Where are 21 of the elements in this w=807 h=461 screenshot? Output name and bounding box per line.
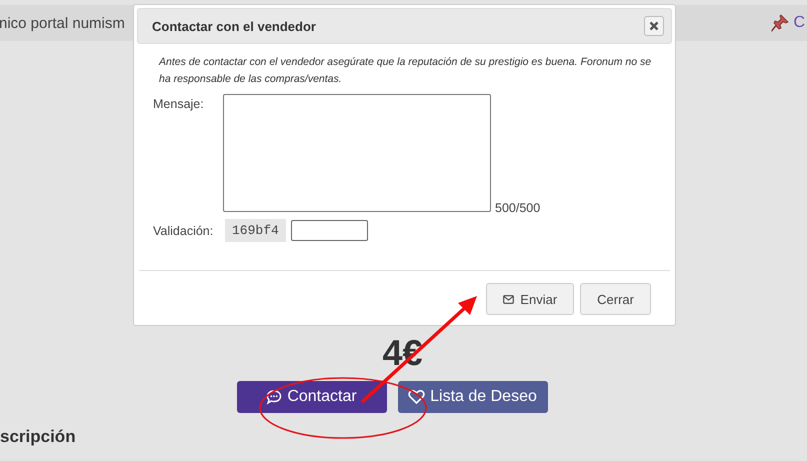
message-field[interactable] <box>223 94 491 212</box>
send-button[interactable]: Enviar <box>486 283 574 315</box>
captcha-code: 169bf4 <box>225 219 286 242</box>
dialog-title: Contactar con el vendedor <box>152 18 316 34</box>
header-text: nico portal numism <box>0 14 125 32</box>
envelope-icon <box>503 294 514 304</box>
close-button[interactable] <box>644 16 664 36</box>
notice-text: Antes de contactar con el vendedor asegúrate que la reputación de su prestigio es buena. Foronum no se ha responsable de las compras/ventas. <box>159 55 652 87</box>
message-label: Mensaje: <box>153 96 205 111</box>
header-link[interactable]: C <box>793 14 805 32</box>
contact-button[interactable]: Contactar <box>236 381 386 413</box>
wishlist-button[interactable]: Lista de Deseo <box>398 381 548 413</box>
close-icon <box>649 21 659 31</box>
pushpin-icon <box>771 14 790 32</box>
heart-icon <box>408 389 426 405</box>
close-dialog-button[interactable]: Cerrar <box>580 283 651 315</box>
chat-icon <box>266 389 282 405</box>
section-heading: scripción <box>0 427 76 447</box>
validation-label: Validación: <box>153 224 214 238</box>
validation-field[interactable] <box>290 220 368 241</box>
character-counter: 500/500 <box>495 201 540 215</box>
